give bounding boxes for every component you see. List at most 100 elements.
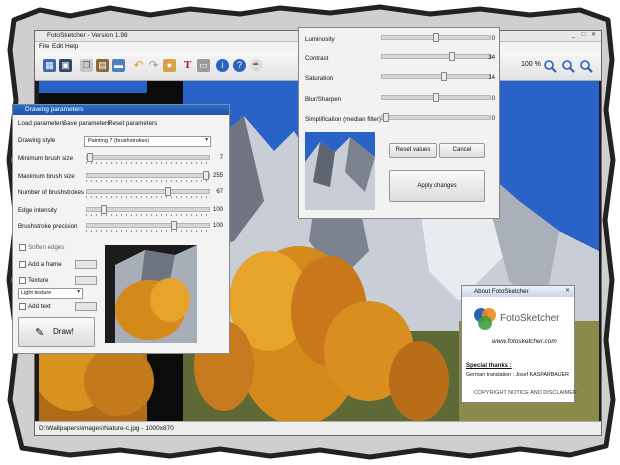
add-text-checkbox[interactable] <box>19 303 26 310</box>
add-text-label: Add text <box>28 303 51 310</box>
coffee-icon[interactable]: ☕ <box>250 59 263 72</box>
image-icon[interactable]: ▬ <box>112 59 125 72</box>
translation-credit: German translation : Josef KASPARBAUER <box>466 372 569 378</box>
chevron-down-icon: ▾ <box>77 289 80 295</box>
slider-label: Minimum brush size <box>18 155 74 162</box>
add-frame-label: Add a frame <box>28 261 62 268</box>
filter-label: Simplification (median filter) <box>305 116 381 123</box>
filter-label: Blur/Sharpen <box>305 96 342 103</box>
status-file-path: D:\Wallpapers\images\Nature-c.jpg - 1000… <box>39 425 174 432</box>
filter-value: 0 <box>491 36 495 42</box>
menu-edit[interactable]: Edit <box>52 43 63 50</box>
frame-options-button[interactable] <box>75 260 97 269</box>
texture-label: Texture <box>28 277 49 284</box>
save-icon[interactable]: ▣ <box>59 59 72 72</box>
print-icon[interactable]: ▭ <box>197 59 210 72</box>
menu-help[interactable]: Help <box>65 43 78 50</box>
slider-value: 67 <box>216 189 223 195</box>
slider-value: 255 <box>212 173 223 179</box>
reset-values-button[interactable]: Reset values <box>389 143 437 158</box>
undo-icon[interactable]: ↶ <box>132 59 145 72</box>
zoom-in-icon[interactable] <box>543 59 557 73</box>
apply-changes-button[interactable]: Apply changes <box>389 170 485 202</box>
slider-thumb[interactable] <box>441 72 447 81</box>
slider-ticks <box>86 196 208 198</box>
copyright-notice[interactable]: COPYRIGHT NOTICE AND DISCLAIMER <box>474 390 577 396</box>
max-brush-slider[interactable] <box>86 173 210 178</box>
slider-label: Number of brushstrokes <box>18 189 85 196</box>
adjustment-preview <box>305 132 375 210</box>
slider-label: Edge intensity <box>18 207 57 214</box>
brushstrokes-slider[interactable] <box>86 189 210 194</box>
palette-icon[interactable]: ● <box>163 59 176 72</box>
filter-value: 14 <box>488 75 495 81</box>
drawing-parameters-title: Drawing parameters <box>25 106 84 113</box>
info-icon[interactable]: i <box>216 59 229 72</box>
load-parameters-menu[interactable]: Load parameters <box>18 120 65 127</box>
save-parameters-menu[interactable]: Save parameters <box>63 120 110 127</box>
slider-ticks <box>86 214 208 216</box>
precision-slider[interactable] <box>86 223 210 228</box>
slider-thumb[interactable] <box>433 93 439 102</box>
zoom-fit-icon[interactable] <box>579 59 593 73</box>
texture-value: Light texture <box>21 290 52 296</box>
slider-thumb[interactable] <box>433 33 439 42</box>
open-icon[interactable]: ▦ <box>43 59 56 72</box>
filter-value: 34 <box>488 55 495 61</box>
slider-thumb[interactable] <box>165 187 171 196</box>
reset-parameters-menu[interactable]: Reset parameters <box>108 120 157 127</box>
drawing-parameters-window: Drawing parameters Load parameters Save … <box>12 104 230 354</box>
brand-name: FotoSketcher <box>500 313 560 324</box>
about-titlebar[interactable]: About FotoSketcher ✕ <box>462 286 574 297</box>
window-title: FotoSketcher - Version 1.98 <box>47 32 128 39</box>
pencil-icon: ✎ <box>35 327 45 339</box>
drawing-style-select[interactable]: Painting 7 (brushstrokes) ▾ <box>84 136 211 147</box>
filter-label: Saturation <box>305 75 334 82</box>
about-title: About FotoSketcher <box>474 288 529 295</box>
help-icon[interactable]: ? <box>233 59 246 72</box>
slider-thumb[interactable] <box>171 221 177 230</box>
slider-thumb[interactable] <box>101 205 107 214</box>
slider-thumb[interactable] <box>87 153 93 162</box>
drawing-style-label: Drawing style <box>18 137 56 144</box>
drawing-parameters-titlebar[interactable]: Drawing parameters <box>13 105 229 115</box>
zoom-out-icon[interactable] <box>561 59 575 73</box>
close-button[interactable]: ✕ <box>590 32 597 39</box>
texture-options-button[interactable] <box>75 276 97 285</box>
draw-button-label: Draw! <box>53 327 74 336</box>
texture-select[interactable]: Light texture ▾ <box>18 288 83 299</box>
min-brush-slider[interactable] <box>86 155 210 160</box>
minimize-button[interactable]: _ <box>570 32 577 39</box>
cancel-button[interactable]: Cancel <box>439 143 485 158</box>
menu-file[interactable]: File <box>39 43 49 50</box>
slider-label: Maximum brush size <box>18 173 75 180</box>
zoom-level: 100 % <box>521 61 541 68</box>
filter-label: Luminosity <box>305 36 335 43</box>
soften-edges-checkbox[interactable] <box>19 244 26 251</box>
maximize-button[interactable]: □ <box>580 32 587 39</box>
slider-thumb[interactable] <box>449 52 455 61</box>
copy-icon[interactable]: ❐ <box>80 59 93 72</box>
slider-ticks <box>86 162 208 164</box>
text-icon[interactable]: T <box>181 59 194 72</box>
filter-value: 0 <box>491 96 495 102</box>
close-icon[interactable]: ✕ <box>564 288 571 295</box>
special-thanks: Special thanks : <box>466 363 512 369</box>
adjustments-window: Luminosity 0 Contrast 34 Saturation 14 B… <box>298 27 500 219</box>
filter-label: Contrast <box>305 55 329 62</box>
slider-thumb[interactable] <box>383 113 389 122</box>
texture-checkbox[interactable] <box>19 277 26 284</box>
soften-edges-label: Soften edges <box>28 244 65 251</box>
chevron-down-icon: ▾ <box>205 137 208 143</box>
filter-value: 0 <box>491 116 495 122</box>
slider-ticks <box>86 180 208 182</box>
redo-icon[interactable]: ↷ <box>147 59 160 72</box>
text-options-button[interactable] <box>75 302 97 311</box>
paste-icon[interactable]: ▤ <box>96 59 109 72</box>
draw-button[interactable]: ✎ Draw! <box>18 317 95 347</box>
add-frame-checkbox[interactable] <box>19 261 26 268</box>
slider-ticks <box>86 230 208 232</box>
slider-label: Brushstroke precision <box>18 223 78 230</box>
website-link[interactable]: www.fotosketcher.com <box>492 338 557 345</box>
slider-value: 100 <box>212 207 223 213</box>
